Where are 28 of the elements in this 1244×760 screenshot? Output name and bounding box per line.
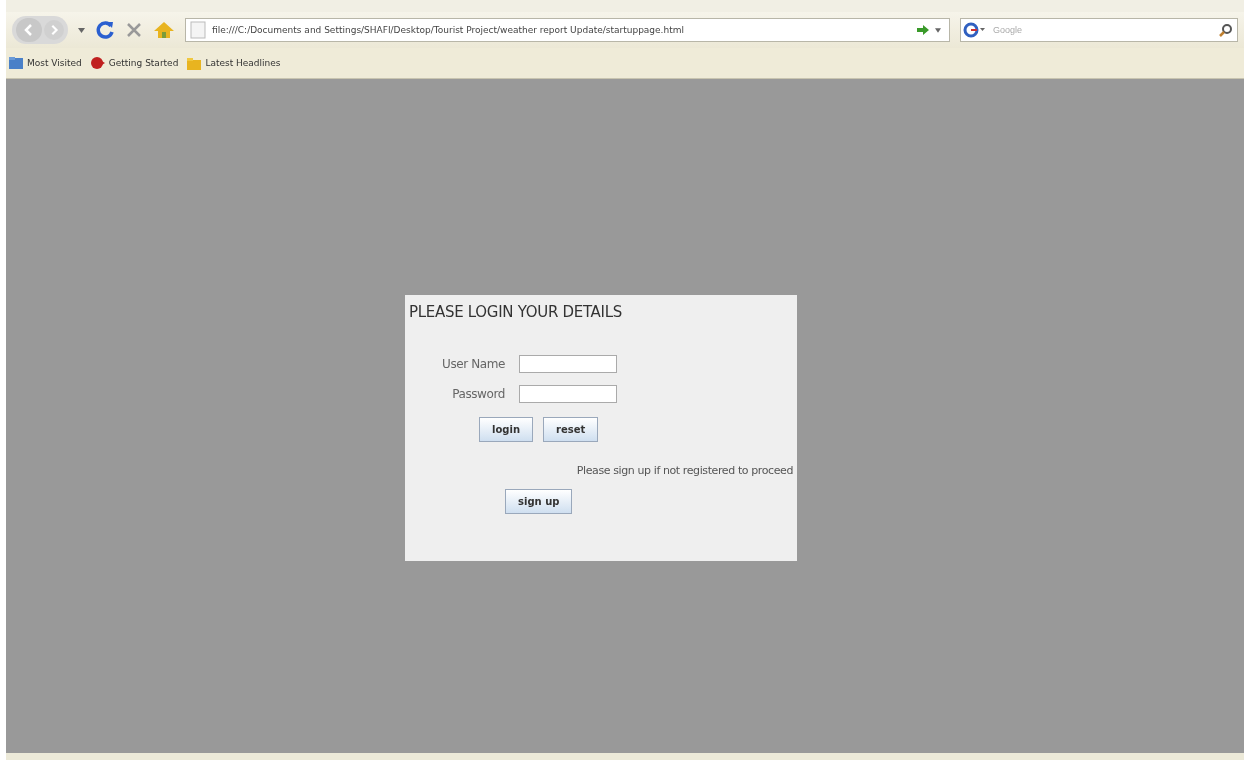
field-label: User Name <box>441 357 505 371</box>
page-icon <box>190 21 206 39</box>
circle-icon <box>89 55 106 71</box>
home-icon[interactable] <box>153 20 175 40</box>
form-button[interactable]: login <box>479 417 533 442</box>
field-label: Password <box>451 387 505 401</box>
bookmark-link[interactable]: Getting Started <box>108 58 179 68</box>
search-icon[interactable] <box>1219 23 1233 37</box>
address-field[interactable]: file:///C:/Documents and Settings/SHAFI/Desktop/Tourist Project/weather report Update/startuppage.html <box>185 18 950 42</box>
signup-button[interactable]: sign up <box>505 489 573 514</box>
dropdown-icon[interactable] <box>935 27 941 33</box>
login-title: PLEASE LOGIN YOUR DETAILS <box>409 303 623 321</box>
search-field[interactable]: Google <box>991 24 1215 36</box>
reload-icon[interactable] <box>95 20 115 40</box>
text-field[interactable] <box>519 355 617 373</box>
go-arrow-icon[interactable] <box>917 25 929 35</box>
bookmark-link[interactable]: Most Visited <box>27 58 82 68</box>
folder-icon <box>186 55 203 71</box>
search-bar[interactable]: Google <box>960 18 1238 42</box>
address-text: file:///C:/Documents and Settings/SHAFI/Desktop/Tourist Project/weather report Update/startuppage.html <box>212 25 685 35</box>
signup-note: Please sign up if not registered to proceed <box>575 464 793 477</box>
stop-icon[interactable] <box>125 21 143 39</box>
folder-icon <box>8 55 24 71</box>
text-field[interactable] <box>519 385 617 403</box>
search-engine-icon[interactable] <box>963 22 987 38</box>
dropdown-icon[interactable] <box>78 27 85 33</box>
bookmark-link[interactable]: Latest Headlines <box>205 58 281 68</box>
form-button[interactable]: reset <box>543 417 599 442</box>
